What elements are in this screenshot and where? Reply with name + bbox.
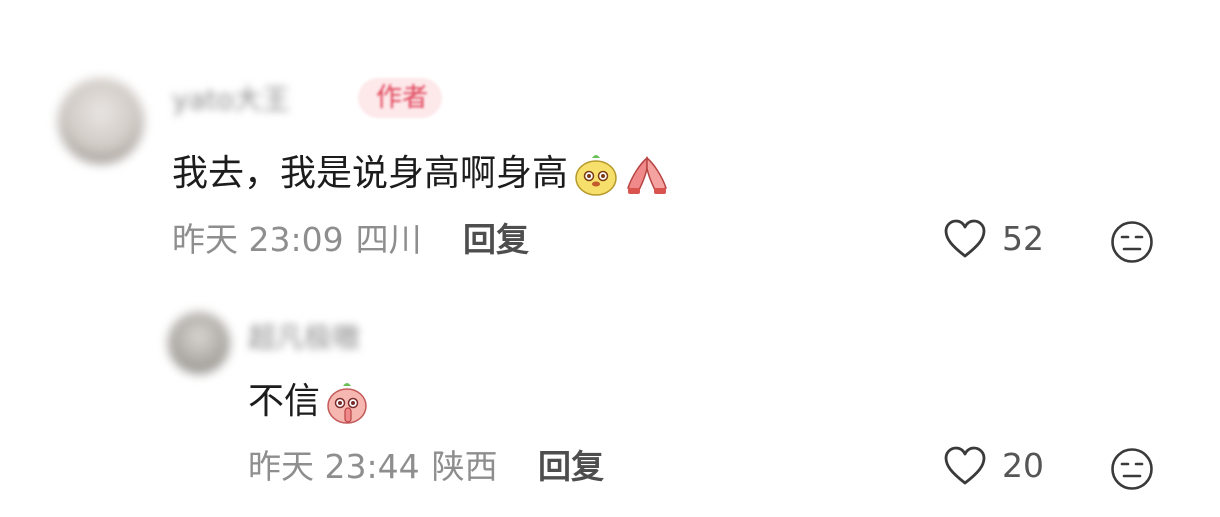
comment-text-row: 不信 [248, 378, 370, 426]
comment-text: 我去，我是说身高啊身高 [172, 153, 569, 194]
comment-location: 四川 [355, 220, 422, 259]
comment-time: 昨天 23:44 [248, 447, 420, 486]
username[interactable]: yato大王 [172, 80, 290, 120]
comment-meta: 昨天 23:44 陕西 [248, 447, 498, 487]
username[interactable]: 超凡极嗷 [248, 318, 360, 358]
heart-outline-icon [942, 445, 988, 487]
comment-time: 昨天 23:09 [172, 220, 344, 259]
avatar[interactable] [168, 312, 230, 374]
author-badge: 作者 [358, 78, 443, 118]
like-count: 20 [1002, 446, 1044, 485]
yellow-face-emoji [572, 150, 620, 198]
heart-outline-icon [942, 218, 988, 260]
comment-text-row: 我去，我是说身高啊身高 [172, 150, 672, 198]
like-button[interactable]: 52 [942, 218, 1044, 260]
comment-location: 陕西 [431, 447, 498, 486]
like-count: 52 [1002, 219, 1044, 258]
comment-meta: 昨天 23:09 四川 [172, 220, 422, 260]
meh-face-icon [1110, 220, 1154, 264]
shush-peach-emoji [324, 378, 370, 426]
comment-text: 不信 [248, 381, 321, 422]
dislike-button[interactable] [1110, 220, 1154, 264]
dislike-button[interactable] [1110, 447, 1154, 491]
reply-button[interactable]: 回复 [463, 220, 529, 260]
meh-face-icon [1110, 447, 1154, 491]
praying-hands-emoji [622, 150, 672, 198]
like-button[interactable]: 20 [942, 445, 1044, 487]
avatar[interactable] [58, 78, 144, 164]
reply-button[interactable]: 回复 [538, 447, 604, 487]
